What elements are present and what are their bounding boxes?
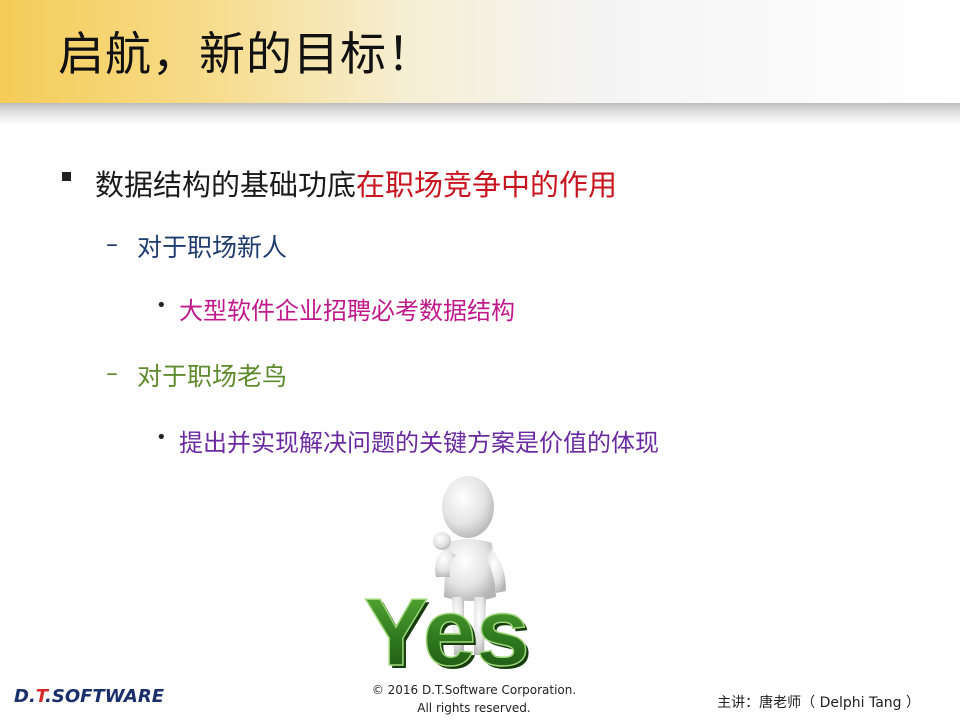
yes-figure-illustration: Yes Yes [363,476,533,680]
dt-software-logo: D.T.SOFTWARE [14,686,164,707]
yes-word: Yes [364,579,530,680]
detail-point-value: 提出并实现解决问题的关键方案是价值的体现 [179,429,659,457]
thumbs-up-hand [433,532,451,550]
copyright-notice: © 2016 D.T.Software Corporation. All rig… [330,681,618,717]
copyright-line-2: All rights reserved. [417,701,531,715]
main-point-plain: 数据结构的基础功底 [95,168,357,202]
copyright-line-1: © 2016 D.T.Software Corporation. [371,683,577,697]
slide-title: 启航，新的目标！ [58,27,434,81]
sub-point-newcomer: 对于职场新人 [137,233,288,262]
dash-bullet-icon: – [106,359,118,387]
figure-head [442,476,494,538]
detail-point-interview: 大型软件企业招聘必考数据结构 [179,297,515,325]
dot-bullet-icon: • [156,427,167,448]
square-bullet-icon [62,172,71,181]
sub-point-veteran: 对于职场老鸟 [137,362,288,391]
main-point-highlight: 在职场竞争中的作用 [356,168,618,202]
speaker-credit: 主讲：唐老师（ Delphi Tang ） [717,695,920,711]
dot-bullet-icon: • [156,295,167,316]
bullet-main-point: 数据结构的基础功底在职场竞争中的作用 [95,162,617,204]
dash-bullet-icon: – [106,230,118,258]
title-bar-shadow [0,103,960,125]
